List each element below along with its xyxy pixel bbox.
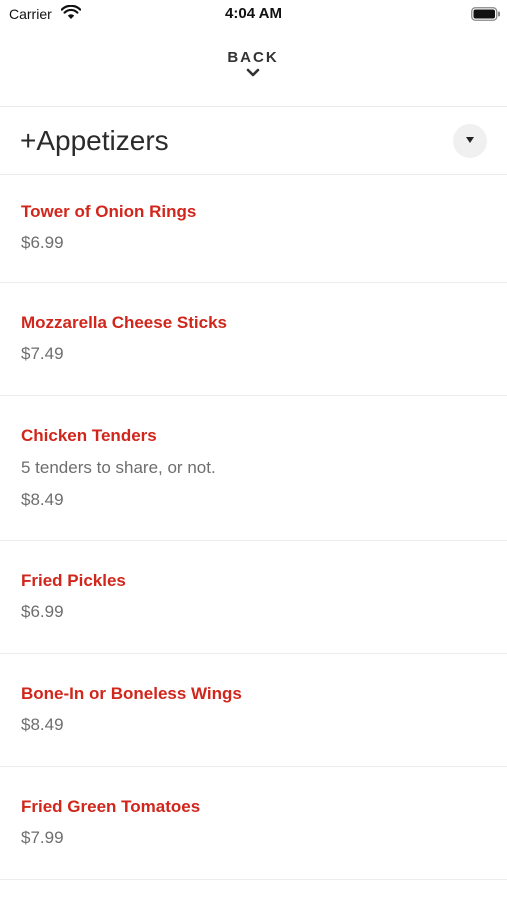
chevron-down-icon [246, 68, 260, 77]
section-dropdown-button[interactable] [453, 124, 487, 158]
battery-icon [471, 7, 501, 26]
item-price: $8.49 [21, 490, 64, 509]
menu-item[interactable]: Mozzarella Cheese Sticks $7.49 [0, 283, 507, 396]
item-price: $6.99 [21, 233, 64, 252]
menu-item[interactable]: Fried Pickles $6.99 [0, 541, 507, 654]
back-button[interactable]: BACK [203, 44, 303, 94]
item-name: Fried Pickles [21, 571, 126, 590]
item-price: $7.99 [21, 828, 64, 847]
item-name: Bone-In or Boneless Wings [21, 684, 242, 703]
item-price: $7.49 [21, 344, 64, 363]
menu-list: Tower of Onion Rings $6.99 Mozzarella Ch… [0, 175, 507, 880]
section-title: +Appetizers [20, 125, 169, 156]
menu-item[interactable]: Tower of Onion Rings $6.99 [0, 175, 507, 283]
item-name: Chicken Tenders [21, 426, 157, 445]
item-price: $6.99 [21, 602, 64, 621]
status-time: 4:04 AM [225, 5, 282, 22]
item-name: Tower of Onion Rings [21, 202, 197, 221]
back-label: BACK [227, 49, 279, 66]
menu-item[interactable]: Fried Green Tomatoes $7.99 [0, 767, 507, 880]
section-header: +Appetizers [0, 108, 507, 174]
status-bar: Carrier 4:04 AM [0, 0, 507, 28]
item-price: $8.49 [21, 715, 64, 734]
item-description: 5 tenders to share, or not. [21, 458, 216, 477]
item-name: Fried Green Tomatoes [21, 797, 201, 816]
header-divider [0, 106, 507, 107]
menu-item[interactable]: Bone-In or Boneless Wings $8.49 [0, 654, 507, 767]
menu-item[interactable]: Chicken Tenders 5 tenders to share, or n… [0, 396, 507, 541]
item-name: Mozzarella Cheese Sticks [21, 313, 227, 332]
caret-down-icon [466, 137, 474, 143]
